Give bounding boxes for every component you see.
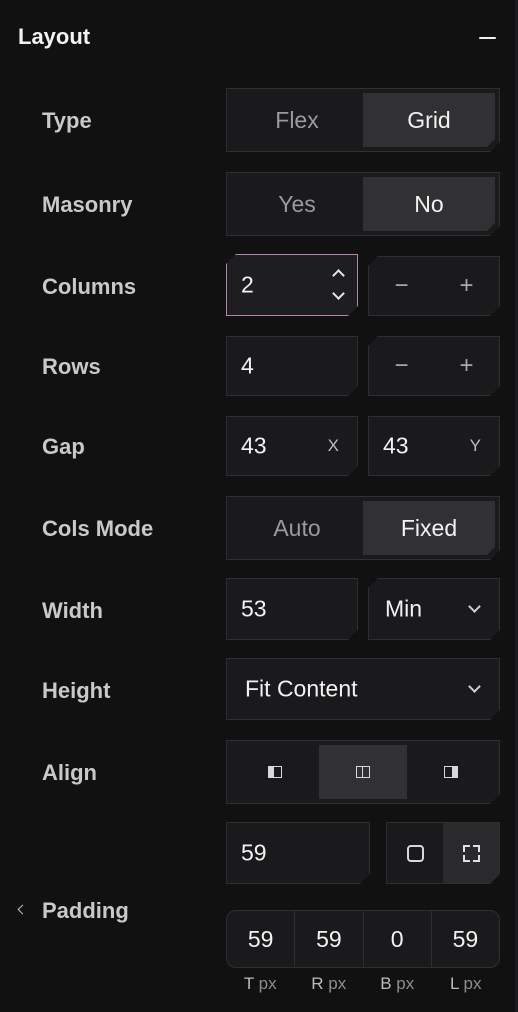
columns-increment-button[interactable]: +	[434, 257, 499, 315]
width-unit-value: Min	[385, 595, 423, 622]
cols-mode-option-auto[interactable]: Auto	[231, 501, 363, 555]
padding-top-input[interactable]: 59	[227, 911, 294, 967]
chevron-up-icon[interactable]	[332, 269, 345, 282]
padding-left-label: L px	[449, 974, 482, 993]
align-toggle	[226, 740, 500, 804]
padding-right-input[interactable]: 59	[294, 911, 362, 967]
width-input[interactable]: 53	[226, 578, 358, 640]
align-right-icon	[444, 766, 458, 778]
padding-top-label: T px	[243, 974, 277, 993]
gap-label: Gap	[42, 434, 85, 459]
masonry-option-no[interactable]: No	[363, 177, 495, 231]
height-label: Height	[42, 678, 111, 703]
masonry-toggle: Yes No	[226, 172, 500, 236]
gap-x-input[interactable]: 43 X	[226, 416, 358, 476]
align-center-icon	[356, 766, 370, 778]
padding-mode-toggle	[386, 822, 500, 884]
masonry-label: Masonry	[42, 192, 133, 217]
height-value: Fit Content	[245, 675, 358, 702]
align-left-icon	[268, 766, 282, 778]
chevron-down-icon	[468, 600, 481, 613]
align-center-button[interactable]	[319, 745, 407, 799]
padding-sides-group: 59 59 0 59	[226, 910, 500, 968]
square-icon	[407, 845, 424, 862]
align-label: Align	[42, 760, 97, 785]
width-unit-select[interactable]: Min	[368, 578, 500, 640]
cols-mode-label: Cols Mode	[42, 516, 154, 541]
gap-y-value: 43	[383, 432, 409, 459]
section-title: Layout	[18, 24, 91, 49]
masonry-option-yes[interactable]: Yes	[231, 177, 363, 231]
height-select[interactable]: Fit Content	[226, 658, 500, 720]
corners-icon	[463, 845, 480, 862]
type-option-flex[interactable]: Flex	[231, 93, 363, 147]
rows-value: 4	[241, 352, 254, 379]
chevron-left-icon[interactable]	[17, 904, 28, 915]
align-left-button[interactable]	[231, 745, 319, 799]
collapse-icon[interactable]	[476, 26, 500, 50]
rows-increment-button[interactable]: +	[434, 337, 499, 395]
rows-decrement-button[interactable]: −	[369, 337, 434, 395]
gap-x-suffix: X	[327, 436, 339, 455]
chevron-down-icon[interactable]	[332, 287, 345, 300]
type-label: Type	[42, 108, 92, 133]
padding-bottom-label: B px	[380, 974, 415, 993]
columns-value: 2	[241, 271, 254, 298]
chevron-down-icon	[468, 680, 481, 693]
padding-individual-button[interactable]	[443, 823, 499, 883]
gap-x-value: 43	[241, 432, 267, 459]
columns-label: Columns	[42, 274, 137, 299]
columns-decrement-button[interactable]: −	[369, 257, 434, 315]
rows-input[interactable]: 4	[226, 336, 358, 396]
gap-y-suffix: Y	[469, 436, 481, 455]
columns-stepper: − +	[368, 256, 500, 316]
padding-bottom-input[interactable]: 0	[362, 911, 431, 967]
align-right-button[interactable]	[407, 745, 495, 799]
width-label: Width	[42, 598, 103, 623]
cols-mode-toggle: Auto Fixed	[226, 496, 500, 560]
type-option-grid[interactable]: Grid	[363, 93, 495, 147]
padding-right-label: R px	[311, 974, 347, 993]
type-toggle: Flex Grid	[226, 88, 500, 152]
rows-label: Rows	[42, 354, 101, 379]
width-value: 53	[241, 595, 267, 622]
padding-all-input[interactable]: 59	[226, 822, 370, 884]
gap-y-input[interactable]: 43 Y	[368, 416, 500, 476]
layout-panel: Layout Type Flex Grid Masonry Yes No Col…	[0, 0, 518, 1012]
columns-spinner[interactable]	[331, 265, 347, 305]
padding-left-input[interactable]: 59	[430, 911, 499, 967]
padding-uniform-button[interactable]	[387, 823, 443, 883]
columns-input[interactable]: 2	[226, 254, 358, 316]
rows-stepper: − +	[368, 336, 500, 396]
padding-all-value: 59	[241, 839, 267, 866]
cols-mode-option-fixed[interactable]: Fixed	[363, 501, 495, 555]
padding-label: Padding	[42, 898, 129, 923]
padding-side-labels: T px R px B px L px	[226, 974, 500, 994]
